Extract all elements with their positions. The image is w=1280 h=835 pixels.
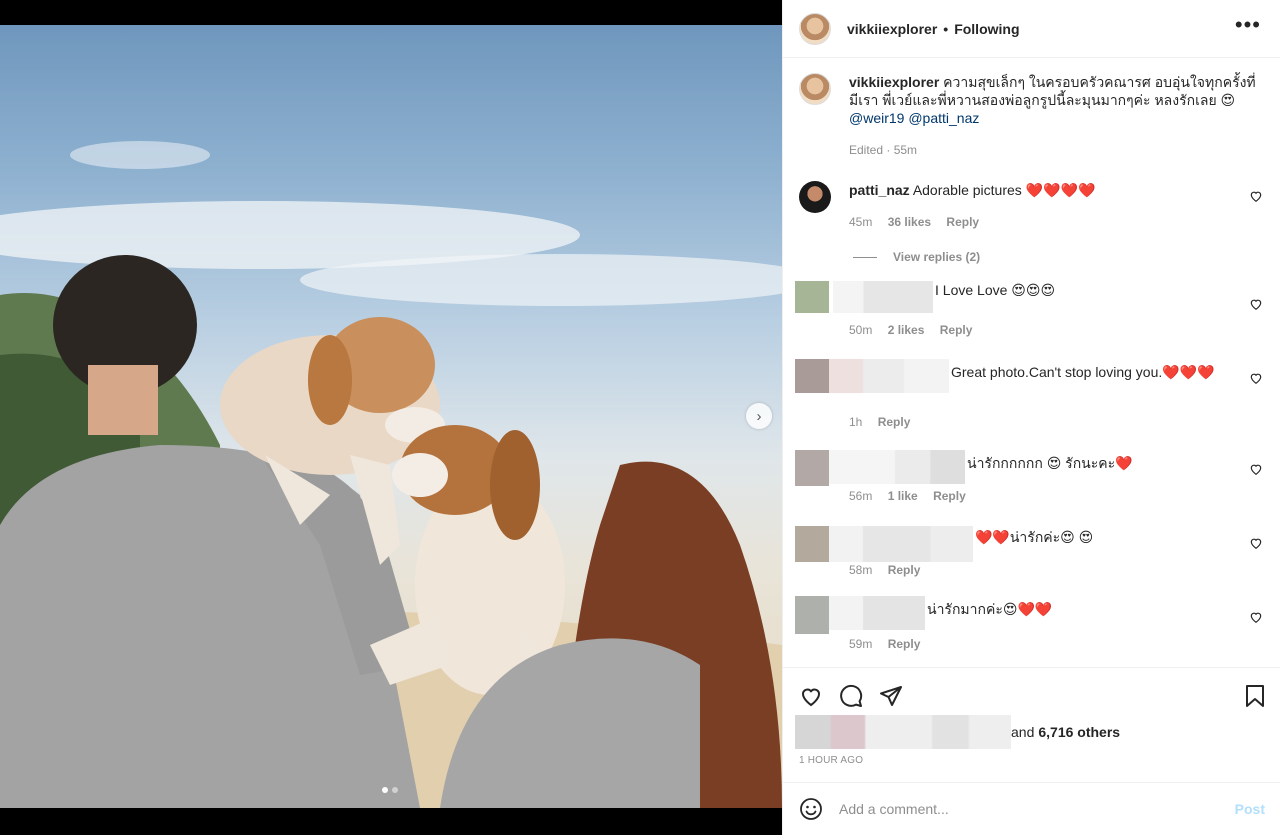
photo-illustration: [0, 141, 782, 808]
redacted-username: [829, 526, 973, 562]
header-separator: •: [943, 20, 949, 37]
commenter-avatar[interactable]: [799, 181, 831, 213]
post-panel: vikkiiexplorer • Following ••• vikkiiexp…: [782, 0, 1280, 835]
commenter-avatar[interactable]: [795, 281, 829, 313]
comment-input[interactable]: [839, 801, 1199, 817]
mention-link[interactable]: @weir19: [849, 110, 904, 126]
comment-text: Great photo.Can't stop loving you.❤️❤️❤️: [951, 364, 1215, 380]
comment-likes[interactable]: 2 likes: [888, 323, 925, 337]
replies-line: [853, 256, 877, 258]
heart-icon[interactable]: [799, 684, 823, 708]
comment-time: 59m: [849, 637, 873, 651]
comment-meta: 45m 36 likes Reply: [849, 215, 979, 229]
comment-text: Adorable pictures ❤️❤️❤️❤️: [912, 182, 1096, 198]
commenter-avatar[interactable]: [795, 526, 829, 562]
post-photo[interactable]: [0, 25, 782, 808]
caption-meta: Edited · 55m: [849, 143, 918, 157]
likes-prefix: and: [1011, 724, 1035, 740]
comment-icon[interactable]: [839, 684, 863, 708]
reply-button[interactable]: Reply: [888, 563, 921, 577]
redacted-likers: [795, 715, 1011, 749]
heart-icon[interactable]: [1249, 462, 1263, 476]
comment-text-line: patti_naz Adorable pictures ❤️❤️❤️❤️: [849, 181, 1095, 199]
comment-meta: 58m Reply: [849, 563, 920, 577]
emoji-icon[interactable]: [799, 797, 823, 821]
action-bar: [783, 667, 1280, 721]
carousel-dot-active: [382, 787, 388, 793]
post-media: ›: [0, 0, 782, 835]
comment-likes[interactable]: 1 like: [888, 489, 918, 503]
comment-time: 50m: [849, 323, 873, 337]
redacted-username: [829, 450, 965, 484]
next-slide-button[interactable]: ›: [746, 403, 772, 429]
comment-meta: 59m Reply: [849, 637, 920, 651]
comment-username[interactable]: patti_naz: [849, 182, 910, 198]
redacted-username: [829, 359, 949, 393]
redacted-username: [829, 596, 925, 630]
commenter-avatar[interactable]: [795, 359, 829, 393]
caption-text-block: vikkiiexplorer ความสุขเล็กๆ ในครอบครัวคณ…: [849, 73, 1259, 159]
reply-button[interactable]: Reply: [888, 637, 921, 651]
heart-icon[interactable]: [1249, 297, 1263, 311]
redacted-username: [833, 281, 933, 313]
view-replies-label: View replies (2): [893, 250, 981, 264]
caption-avatar[interactable]: [799, 73, 831, 105]
post-header: vikkiiexplorer • Following •••: [783, 0, 1280, 58]
view-replies-button[interactable]: View replies (2): [853, 250, 980, 264]
reply-button[interactable]: Reply: [940, 323, 973, 337]
mention-link[interactable]: @patti_naz: [908, 110, 979, 126]
comment-time: 58m: [849, 563, 873, 577]
likes-count[interactable]: 6,716 others: [1038, 724, 1120, 740]
carousel-dot: [392, 787, 398, 793]
commenter-avatar[interactable]: [795, 450, 829, 486]
add-comment-bar: Post: [783, 782, 1280, 835]
post-button[interactable]: Post: [1235, 801, 1265, 817]
bookmark-icon[interactable]: [1243, 684, 1267, 708]
more-horizontal-icon[interactable]: •••: [1235, 14, 1261, 36]
comment-text: ❤️❤️น่ารักค่ะ😍 😍: [975, 529, 1094, 545]
owner-username[interactable]: vikkiiexplorer: [847, 21, 937, 37]
heart-icon[interactable]: [1249, 610, 1263, 624]
heart-icon[interactable]: [1249, 189, 1263, 203]
reply-button[interactable]: Reply: [946, 215, 979, 229]
comment-meta: 50m 2 likes Reply: [849, 323, 972, 337]
comment-time: 45m: [849, 215, 873, 229]
chevron-right-icon: ›: [756, 407, 762, 425]
carousel-dots: [382, 787, 398, 793]
comment-time: 1h: [849, 415, 863, 429]
comment-time: 56m: [849, 489, 873, 503]
comment-meta: 56m 1 like Reply: [849, 489, 966, 503]
reply-button[interactable]: Reply: [933, 489, 966, 503]
comment-meta: 1h Reply: [849, 415, 910, 429]
following-button[interactable]: Following: [954, 21, 1019, 37]
likes-summary[interactable]: and 6,716 others: [795, 715, 1120, 749]
commenter-avatar[interactable]: [795, 596, 829, 634]
owner-avatar[interactable]: [799, 12, 831, 45]
comments-list[interactable]: vikkiiexplorer ความสุขเล็กๆ ในครอบครัวคณ…: [783, 59, 1280, 667]
comment-text: น่ารักกกกกก 😍 รักนะคะ❤️: [967, 455, 1133, 471]
caption-username[interactable]: vikkiiexplorer: [849, 74, 939, 90]
comment-text: น่ารักมากค่ะ😍❤️❤️: [927, 601, 1053, 617]
share-icon[interactable]: [879, 684, 903, 708]
post-time-ago[interactable]: 1 HOUR AGO: [799, 755, 863, 766]
heart-icon[interactable]: [1249, 371, 1263, 385]
comment-text: I Love Love 😍😍😍: [935, 282, 1056, 298]
comment-likes[interactable]: 36 likes: [888, 215, 931, 229]
heart-icon[interactable]: [1249, 536, 1263, 550]
reply-button[interactable]: Reply: [878, 415, 911, 429]
